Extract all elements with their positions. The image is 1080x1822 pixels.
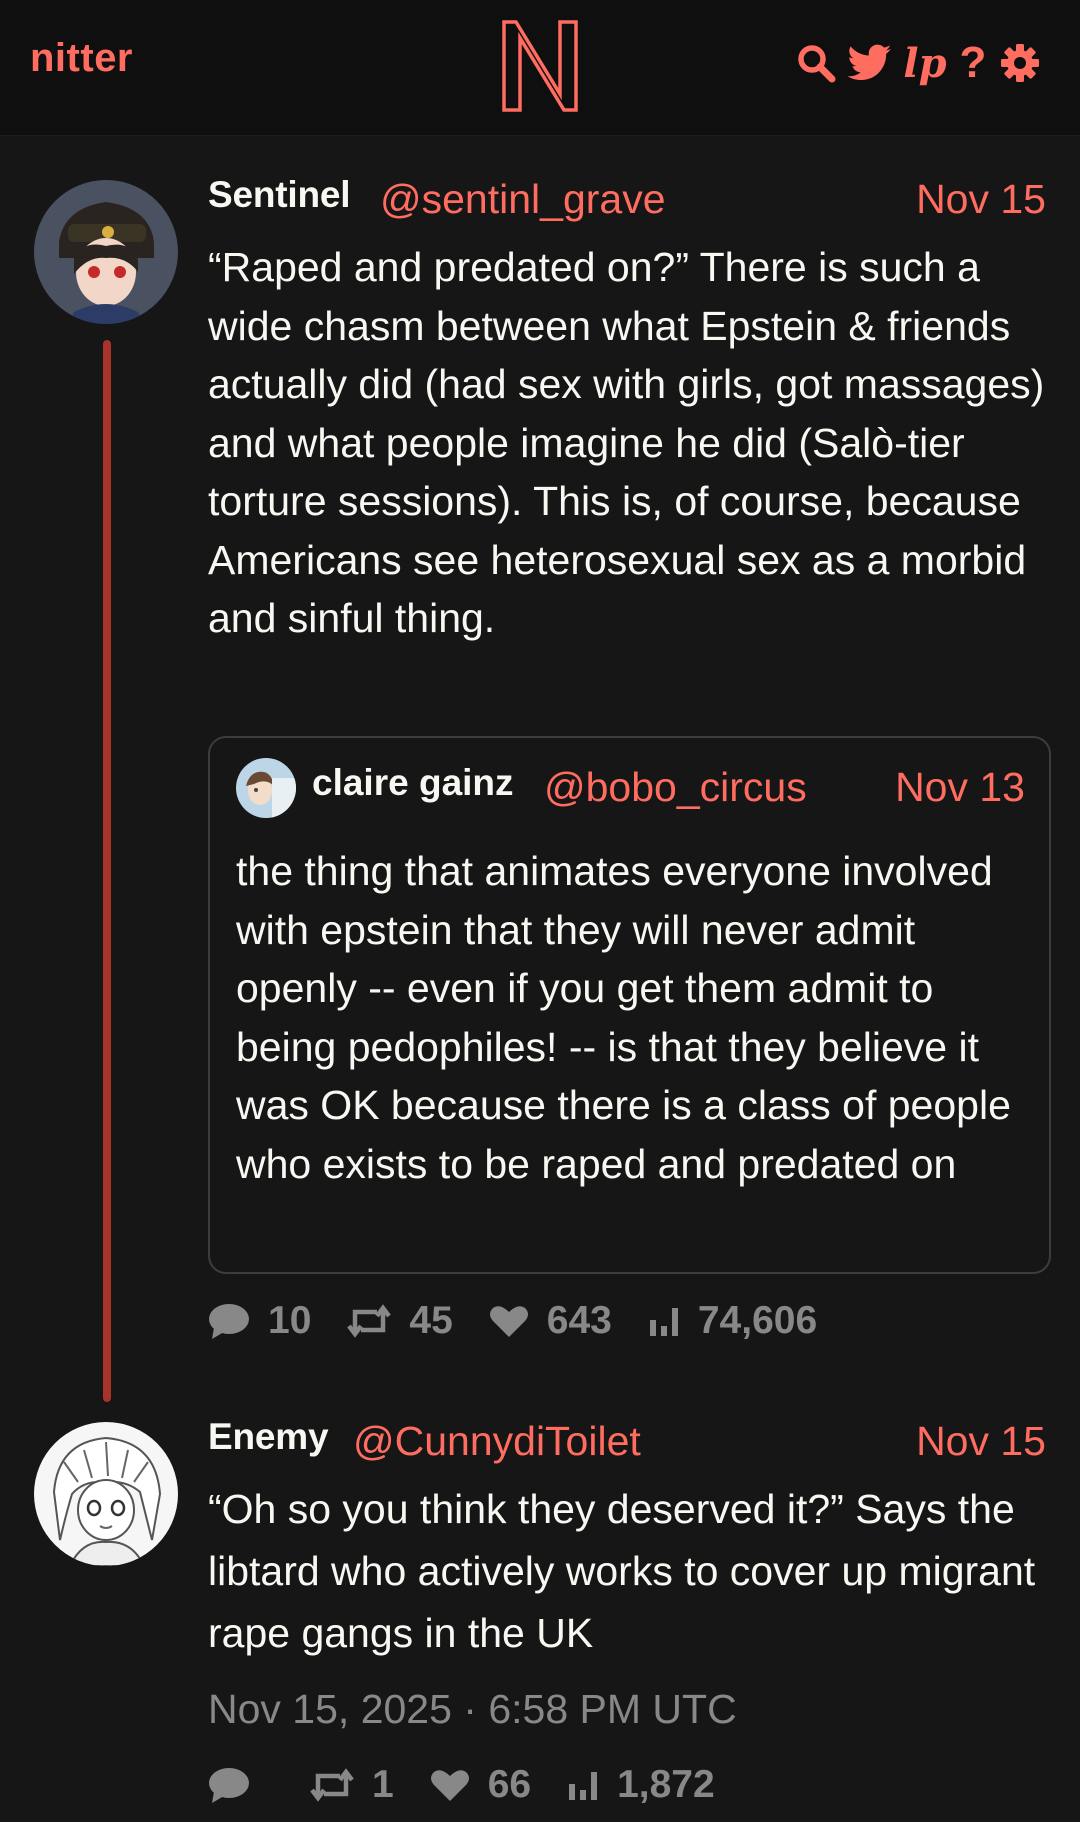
heart-icon [489,1306,528,1337]
views-stat: 1,872 [567,1763,715,1807]
avatar[interactable] [34,180,178,324]
views-count: 74,606 [697,1299,818,1342]
tweet-timestamp[interactable]: Nov 15, 2025 · 6:58 PM UTC [208,1686,737,1733]
retweet-icon [347,1304,392,1338]
like-count: 66 [487,1763,532,1806]
views-icon [649,1308,678,1336]
tweet-content: “Oh so you think they deserved it?” Says… [208,1486,1036,1656]
quote-date[interactable]: Nov 13 [895,764,1025,811]
like-stat[interactable]: 643 [489,1299,612,1343]
reply-count: 10 [268,1299,312,1342]
tweet-date[interactable]: Nov 15 [916,176,1046,223]
tweet-header: Sentinel @sentinl_grave Nov 15 [208,174,1046,224]
fullname[interactable]: Sentinel [208,174,351,216]
quote-username[interactable]: @bobo_circus [544,764,807,811]
fullname[interactable]: Enemy [208,1416,329,1458]
retweet-count: 1 [372,1763,394,1806]
views-stat: 74,606 [648,1299,817,1343]
like-count: 643 [546,1299,612,1342]
tweet-item[interactable]: Sentinel @sentinl_grave Nov 15 “Raped an… [0,0,1080,1402]
retweet-icon [310,1768,354,1802]
heart-icon [430,1770,469,1801]
quote-fullname[interactable]: claire gainz [312,762,514,804]
tweet-item[interactable]: Enemy @CunnydiToilet Nov 15 “Oh so you t… [0,1400,1080,1822]
avatar[interactable] [34,1422,178,1566]
quote-content: the thing that animates everyone involve… [236,848,1011,1187]
comment-icon [209,1304,249,1339]
tweet-stats: 1 66 1,872 [208,1760,751,1810]
like-stat[interactable]: 66 [430,1763,531,1807]
retweet-stat[interactable]: 45 [347,1299,453,1343]
username[interactable]: @CunnydiToilet [353,1418,641,1465]
quote-tweet[interactable]: claire gainz @bobo_circus Nov 13 the thi… [208,736,1051,1274]
reply-stat[interactable]: 10 [208,1299,311,1343]
retweet-count: 45 [409,1299,453,1342]
tweet-content: “Raped and predated on?” There is such a… [208,244,1045,641]
quote-avatar[interactable] [236,758,296,818]
retweet-stat[interactable]: 1 [310,1763,394,1807]
tweet-date[interactable]: Nov 15 [916,1418,1046,1465]
views-count: 1,872 [617,1763,715,1806]
tweet-header: Enemy @CunnydiToilet Nov 15 [208,1416,1046,1466]
thread-line [103,340,111,1402]
reply-stat[interactable] [208,1766,268,1804]
username[interactable]: @sentinl_grave [380,176,666,223]
views-icon [569,1772,598,1800]
tweet-stats: 10 45 643 74,606 [208,1296,853,1346]
comment-icon [209,1768,249,1803]
